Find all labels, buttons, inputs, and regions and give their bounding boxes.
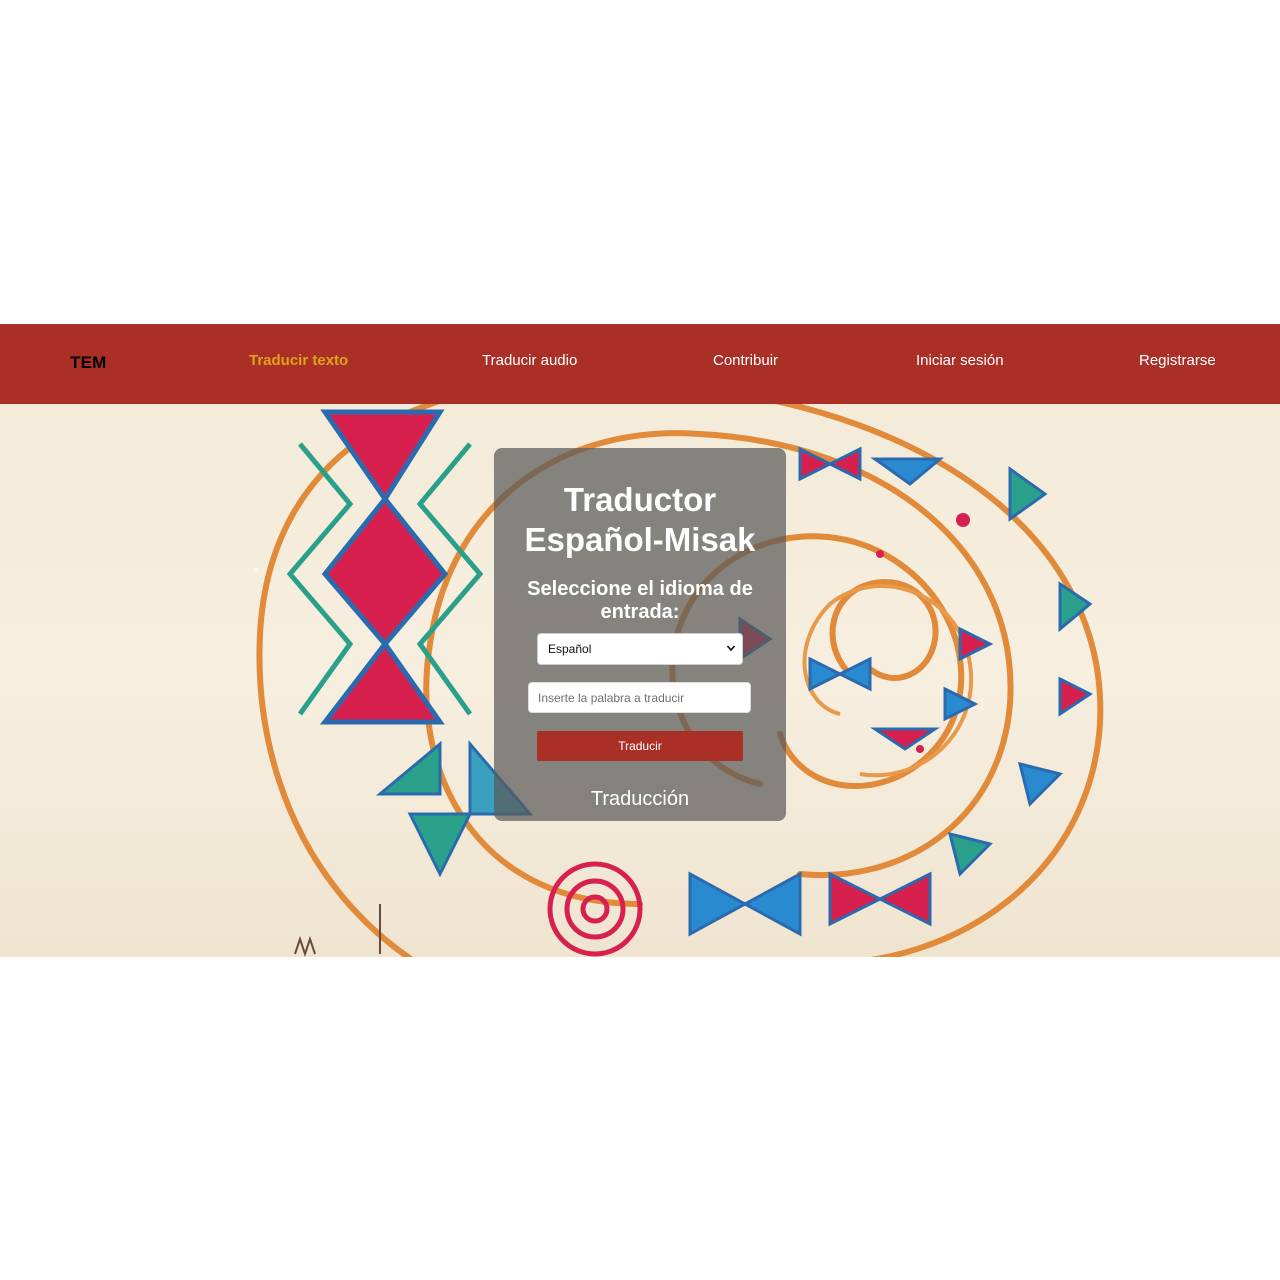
translator-title-line1: Traductor: [563, 481, 717, 518]
language-prompt: Seleccione el idioma de entrada:: [527, 578, 753, 623]
language-select[interactable]: Español: [537, 633, 743, 665]
translator-title-line2: Español-Misak: [524, 521, 756, 558]
nav-link-registrarse[interactable]: Registrarse: [1139, 352, 1216, 369]
language-select-value: Español: [548, 642, 592, 656]
nav-link-traducir-audio[interactable]: Traducir audio: [482, 352, 577, 369]
chevron-down-icon: [726, 645, 736, 652]
word-input[interactable]: [528, 682, 751, 713]
translation-result-label: Traducción: [590, 788, 690, 810]
translator-title: Traductor Español-Misak: [494, 480, 786, 560]
nav-link-traducir-texto[interactable]: Traducir texto: [249, 352, 348, 369]
translator-card: Traductor Español-Misak Seleccione el id…: [494, 448, 786, 821]
nav-link-iniciar-sesion[interactable]: Iniciar sesión: [916, 352, 1004, 369]
nav-link-contribuir[interactable]: Contribuir: [713, 352, 778, 369]
brand-logo[interactable]: TEM: [70, 353, 106, 373]
navbar: TEM Traducir texto Traducir audio Contri…: [0, 324, 1280, 404]
translate-button[interactable]: Traducir: [537, 731, 743, 761]
